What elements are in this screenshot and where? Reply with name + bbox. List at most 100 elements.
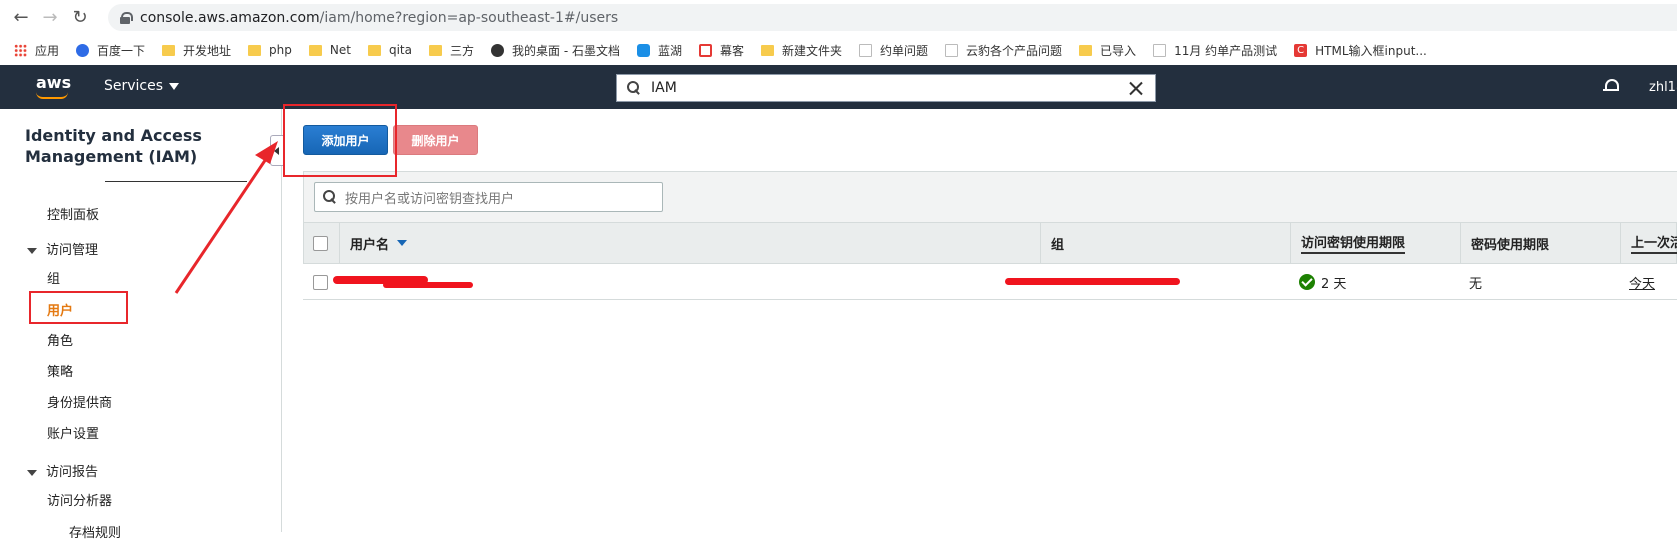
bookmark-apps[interactable]: 应用	[14, 42, 59, 59]
sidebar-item-identity-providers[interactable]: 身份提供商	[47, 392, 112, 411]
redaction-mark-group	[1005, 278, 1180, 285]
sidebar-item-access-analyzer[interactable]: 访问分析器	[47, 490, 112, 509]
bookmark-shimo[interactable]: 我的桌面 - 石墨文档	[491, 42, 620, 59]
sidebar-item-account-settings[interactable]: 账户设置	[47, 423, 99, 442]
folder-icon	[248, 44, 262, 56]
bookmark-label: 约单问题	[880, 43, 929, 58]
bookmark-folder[interactable]: Net	[308, 43, 351, 57]
column-label: 上一次活动	[1631, 232, 1677, 254]
column-header-username[interactable]: 用户名	[339, 223, 1040, 263]
bookmark-folder[interactable]: 新建文件夹	[761, 42, 842, 59]
back-arrow-icon[interactable]: ←	[8, 4, 34, 30]
aws-top-nav: aws Services IAM zhl18	[0, 65, 1677, 109]
access-key-age-value: 2 天	[1321, 276, 1347, 292]
row-checkbox[interactable]	[313, 274, 328, 290]
collapse-sidebar-button[interactable]	[270, 135, 283, 166]
sidebar-section-access-reports[interactable]: 访问报告	[27, 461, 98, 480]
sidebar-item-roles[interactable]: 角色	[47, 330, 73, 349]
page-icon	[859, 43, 873, 57]
folder-icon	[761, 44, 774, 56]
folder-icon	[162, 44, 176, 56]
annotation-highlight-add-user	[283, 104, 397, 177]
bookmark-label: 11月 约单产品测试	[1174, 43, 1278, 58]
access-key-age-cell: 2 天	[1299, 264, 1346, 300]
bookmark-page[interactable]: 11月 约单产品测试	[1153, 42, 1277, 59]
bookmark-page[interactable]: 云豹各个产品问题	[945, 42, 1062, 59]
folder-icon	[308, 44, 322, 56]
bookmark-label: Net	[329, 43, 351, 57]
bookmark-baidu[interactable]: 百度一下	[76, 42, 145, 59]
url-host: console.aws.amazon.com	[140, 9, 320, 26]
aws-logo[interactable]: aws	[36, 73, 71, 92]
users-table-header: 用户名 组 访问密钥使用期限 密码使用期限 上一次活动	[303, 222, 1677, 264]
clear-search-icon[interactable]	[1129, 81, 1143, 95]
bookmark-folder[interactable]: 已导入	[1079, 42, 1136, 59]
bookmark-label: 幕客	[719, 43, 744, 58]
delete-user-button[interactable]: 删除用户	[393, 125, 478, 155]
address-bar[interactable]: console.aws.amazon.com/iam/home?region=a…	[108, 4, 1677, 31]
last-activity-link[interactable]: 今天	[1629, 264, 1655, 300]
bookmark-folder[interactable]: 开发地址	[162, 42, 231, 59]
select-all-checkbox[interactable]	[313, 235, 328, 251]
sidebar-item-policies[interactable]: 策略	[47, 361, 73, 380]
bookmark-muke[interactable]: 幕客	[698, 42, 744, 59]
filter-bar: 按用户名或访问密钥查找用户	[303, 171, 1677, 222]
service-search-value: IAM	[651, 80, 677, 96]
csdn-icon: C	[1294, 43, 1308, 57]
check-circle-icon	[1299, 274, 1315, 290]
lock-icon	[120, 11, 133, 24]
bookmark-folder[interactable]: php	[248, 43, 292, 57]
table-row[interactable]: 2 天 无 今天	[303, 264, 1677, 300]
bookmark-label: 我的桌面 - 石墨文档	[512, 43, 620, 58]
reload-icon[interactable]: ↻	[67, 4, 93, 30]
section-label: 访问管理	[46, 243, 99, 258]
expand-triangle-icon	[27, 247, 37, 254]
sidebar-section-access-management[interactable]: 访问管理	[27, 239, 98, 258]
notification-bell-icon[interactable]	[1603, 78, 1619, 94]
sort-descending-icon	[397, 240, 408, 246]
bookmark-label: qita	[388, 43, 412, 57]
page-icon	[945, 43, 959, 57]
services-menu[interactable]: Services	[104, 78, 180, 94]
services-label: Services	[104, 78, 164, 94]
folder-icon	[428, 44, 442, 56]
row-checkbox-cell	[313, 264, 328, 300]
folder-icon	[1079, 44, 1093, 56]
bookmark-label: 开发地址	[183, 43, 232, 58]
sidebar-title[interactable]: Identity and Access Management (IAM)	[25, 125, 225, 167]
user-search-input[interactable]: 按用户名或访问密钥查找用户	[314, 182, 663, 212]
forward-arrow-icon[interactable]: →	[37, 4, 63, 30]
sidebar-item-groups[interactable]: 组	[47, 268, 60, 287]
bookmark-folder[interactable]: 三方	[428, 42, 474, 59]
column-header-password-age[interactable]: 密码使用期限	[1460, 223, 1620, 263]
aws-logo-smile-icon	[36, 92, 68, 99]
bookmark-label: 云豹各个产品问题	[966, 43, 1063, 58]
muke-icon	[698, 43, 712, 57]
annotation-highlight-users	[29, 291, 128, 324]
bookmark-lanhu[interactable]: 蓝湖	[636, 42, 682, 59]
column-label: 用户名	[350, 237, 390, 253]
sidebar-divider	[105, 181, 247, 182]
column-header-last-activity[interactable]: 上一次活动	[1620, 223, 1677, 263]
bookmark-csdn[interactable]: C HTML输入框input...	[1294, 42, 1427, 59]
column-label: 访问密钥使用期限	[1301, 232, 1406, 254]
column-header-access-key-age[interactable]: 访问密钥使用期限	[1290, 223, 1460, 263]
column-label: 密码使用期限	[1471, 237, 1550, 253]
search-icon	[323, 190, 337, 204]
lanhu-icon	[636, 43, 650, 57]
column-header-group[interactable]: 组	[1040, 223, 1290, 263]
bookmark-page[interactable]: 约单问题	[859, 42, 928, 59]
bookmark-label: 已导入	[1100, 43, 1137, 58]
bookmark-label: HTML输入框input...	[1315, 43, 1427, 58]
bookmark-label: 应用	[35, 43, 60, 58]
caret-down-icon	[169, 82, 180, 90]
service-search-input[interactable]: IAM	[616, 74, 1156, 102]
sidebar-item-dashboard[interactable]: 控制面板	[47, 204, 99, 223]
bookmark-folder[interactable]: qita	[367, 43, 412, 57]
bookmark-label: 蓝湖	[657, 43, 682, 58]
bookmark-label: php	[269, 43, 292, 57]
search-icon	[627, 81, 641, 95]
shimo-icon	[491, 43, 504, 57]
user-search-placeholder: 按用户名或访问密钥查找用户	[345, 191, 515, 207]
account-menu[interactable]: zhl18	[1649, 80, 1677, 95]
